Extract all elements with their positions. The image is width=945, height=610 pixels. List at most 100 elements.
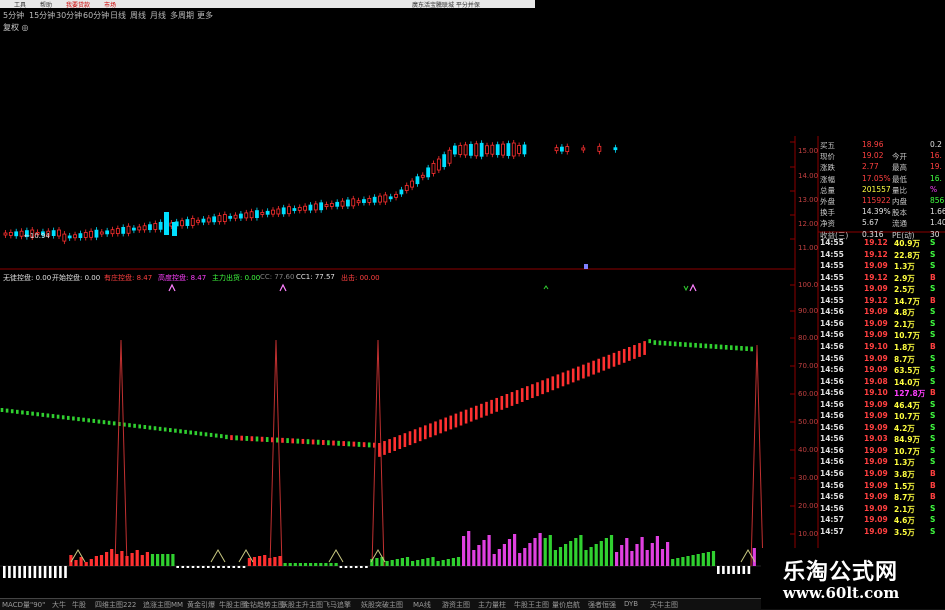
candle [244, 212, 249, 219]
quote-l1: 涨跌 [820, 163, 835, 173]
tab-formula[interactable]: DYB [624, 600, 638, 608]
tick-p: 19.09 [864, 399, 888, 409]
candle [463, 144, 468, 156]
signal-marker [683, 285, 689, 292]
tick-t: 14:56 [820, 434, 844, 444]
candle [452, 145, 457, 155]
histogram-bar [747, 566, 751, 574]
histogram-bar [145, 552, 149, 566]
histogram-bar [523, 548, 527, 566]
tick-row: 14:56 19.09 2.1万 S [818, 504, 945, 515]
tick-t: 14:56 [820, 411, 844, 421]
candle [495, 144, 500, 156]
candle [164, 212, 169, 235]
period-more[interactable]: 更多 [197, 10, 213, 21]
candle [329, 203, 334, 207]
candle [180, 220, 184, 227]
histogram-bar [467, 531, 471, 566]
candle [287, 206, 291, 215]
low-price-label: ←10.94 [24, 232, 50, 240]
tick-t: 14:57 [820, 515, 844, 525]
histogram-bar [324, 563, 328, 566]
tick-row: 14:56 19.09 8.7万 B [818, 492, 945, 503]
tick-d: S [930, 526, 936, 536]
triangle-marker [210, 549, 226, 563]
histogram-bar [421, 559, 425, 566]
tick-p: 19.09 [864, 457, 888, 467]
period-30min[interactable]: 30分钟 [56, 10, 82, 21]
quote-v2: 16. [930, 173, 942, 183]
histogram-bar [48, 566, 52, 578]
period-week[interactable]: 周线 [130, 10, 146, 21]
tick-t: 14:56 [820, 503, 844, 513]
histogram-bar [584, 550, 588, 566]
candle [67, 235, 72, 239]
price-axis-label: 12.00 [798, 220, 819, 228]
period-60min[interactable]: 60分钟 [83, 10, 109, 21]
tick-t: 14:57 [820, 526, 844, 536]
histogram-bar [558, 547, 563, 566]
tick-v: 10.7万 [894, 446, 921, 456]
quote-v1: 14.39% [862, 207, 891, 217]
histogram-bar [314, 563, 318, 566]
tick-p: 19.03 [864, 434, 888, 444]
period-5min[interactable]: 5分钟 [3, 10, 24, 21]
tick-row: 14:56 19.09 4.8万 S [818, 307, 945, 318]
tick-d: B [930, 469, 936, 478]
price-axis-label: 14.00 [798, 172, 819, 180]
candle [51, 230, 56, 237]
histogram-bar [696, 554, 700, 566]
indicator-axis-label: 50.00 [798, 418, 819, 426]
candle [474, 143, 479, 157]
quote-v1: 18.96 [862, 140, 884, 149]
histogram-bar [110, 549, 114, 566]
histogram-bar [176, 566, 179, 568]
histogram-bar [497, 549, 501, 566]
candle [517, 145, 521, 154]
histogram-bar [737, 566, 740, 574]
candle [410, 180, 415, 188]
candle [260, 212, 265, 215]
candle [212, 216, 217, 223]
quote-l1: 外盘 [820, 197, 835, 206]
tick-p: 19.09 [864, 261, 888, 271]
candle [442, 154, 447, 168]
candle [388, 196, 393, 200]
tick-p: 19.09 [864, 411, 888, 421]
histogram-bar [640, 537, 644, 566]
tick-t: 14:56 [820, 330, 844, 340]
histogram-bar [212, 566, 215, 568]
quote-v1: 17.05% [862, 173, 891, 183]
histogram-bar [604, 538, 608, 566]
tick-d: B [930, 341, 936, 351]
period-15min[interactable]: 15分钟 [29, 10, 55, 21]
histogram-bar [599, 541, 603, 566]
histogram-bar [171, 554, 175, 566]
tick-v: 8.7万 [894, 354, 915, 364]
histogram-bar [232, 566, 236, 568]
candle [3, 232, 8, 236]
histogram-bar [574, 538, 578, 566]
tick-t: 14:55 [820, 284, 844, 294]
histogram-bar [293, 563, 297, 566]
candle [62, 233, 67, 242]
period-multi[interactable]: 多周期 [170, 10, 194, 21]
candle [185, 219, 190, 226]
candle [351, 198, 356, 207]
spike-line [750, 344, 764, 567]
tick-d: S [930, 238, 936, 247]
candle [255, 210, 259, 218]
signal-marker [689, 283, 697, 292]
quote-l1: 净资 [820, 219, 835, 229]
histogram-bar [375, 558, 379, 566]
spike-line [269, 339, 283, 567]
tick-v: 1.3万 [894, 262, 915, 272]
period-day[interactable]: 日线 [110, 10, 126, 21]
period-month[interactable]: 月线 [150, 10, 166, 21]
histogram-bar [615, 552, 619, 566]
candle [142, 225, 147, 231]
histogram-bar [732, 566, 735, 574]
histogram-bar [645, 550, 649, 566]
legend-item: 主力出货: 0.00 [212, 274, 261, 282]
quote-l1: 涨幅 [820, 174, 835, 184]
